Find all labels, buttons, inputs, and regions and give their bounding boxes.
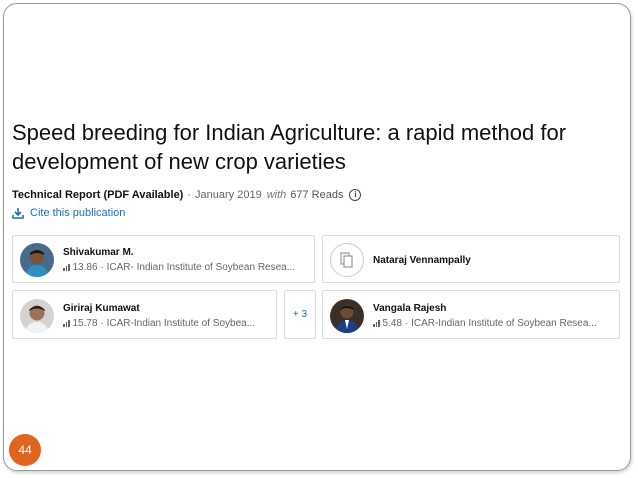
- author-score: 13.86: [72, 262, 98, 273]
- publication-meta: Technical Report (PDF Available) · Janua…: [12, 189, 362, 201]
- avatar: [20, 243, 54, 277]
- meta-separator: ·: [187, 189, 192, 201]
- placeholder-avatar: [330, 243, 364, 277]
- score-bars-icon: [63, 264, 71, 271]
- author-affiliation: · ICAR- Indian Institute of Soybean Rese…: [100, 262, 296, 273]
- avatar: [20, 299, 54, 333]
- publication-title: Speed breeding for Indian Agriculture: a…: [12, 120, 567, 174]
- copy-icon: [340, 252, 353, 268]
- more-authors-button[interactable]: + 3: [284, 290, 316, 339]
- cite-publication-link[interactable]: Cite this publication: [12, 207, 125, 219]
- info-icon[interactable]: i: [349, 189, 362, 201]
- page-number-badge: 44: [9, 434, 41, 466]
- author-stats: 5.48 · ICAR-Indian Institute of Soybean …: [373, 318, 597, 329]
- publication-type: Technical Report (PDF Available): [12, 189, 184, 201]
- score-bars-icon: [63, 320, 71, 327]
- author-stats: 13.86 · ICAR- Indian Institute of Soybea…: [63, 262, 295, 273]
- author-affiliation: · ICAR-Indian Institute of Soybea...: [100, 318, 256, 329]
- author-name: Vangala Rajesh: [373, 303, 447, 314]
- publication-date: January 2019: [195, 189, 262, 201]
- author-name: Shivakumar M.: [63, 247, 134, 258]
- author-card-shivakumar[interactable]: Shivakumar M. 13.86 · ICAR- Indian Insti…: [12, 235, 315, 283]
- author-score: 15.78: [72, 318, 98, 329]
- author-score: 5.48: [382, 318, 402, 329]
- download-icon: [12, 208, 24, 219]
- cite-label: Cite this publication: [30, 207, 126, 219]
- author-name: Giriraj Kumawat: [63, 303, 140, 314]
- author-card-giriraj[interactable]: Giriraj Kumawat 15.78 · ICAR-Indian Inst…: [12, 290, 277, 339]
- author-card-nataraj[interactable]: Nataraj Vennampally: [322, 235, 620, 283]
- author-affiliation: · ICAR-Indian Institute of Soybean Resea…: [404, 318, 597, 329]
- read-count: 677 Reads: [290, 189, 344, 201]
- score-bars-icon: [373, 320, 381, 327]
- with-label: with: [266, 189, 287, 201]
- avatar: [330, 299, 364, 333]
- author-stats: 15.78 · ICAR-Indian Institute of Soybea.…: [63, 318, 255, 329]
- author-card-vangala[interactable]: Vangala Rajesh 5.48 · ICAR-Indian Instit…: [322, 290, 620, 339]
- author-name: Nataraj Vennampally: [373, 255, 471, 266]
